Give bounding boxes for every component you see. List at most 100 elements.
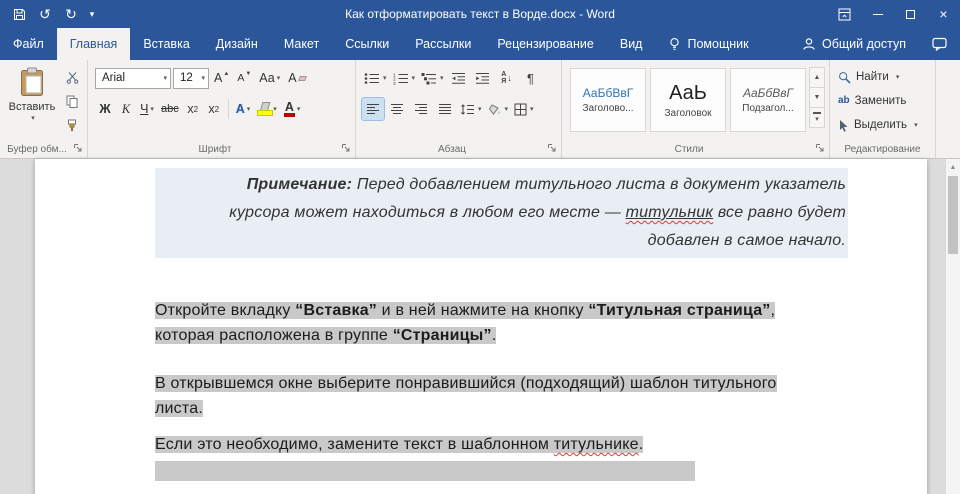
minimize-icon: [872, 13, 883, 15]
dialog-launcher-icon: [74, 144, 82, 152]
scrollbar-thumb[interactable]: [948, 176, 958, 254]
grow-font-button[interactable]: А ▲: [211, 67, 232, 89]
sort-button[interactable]: АЯ ↓: [496, 67, 518, 89]
shrink-font-button[interactable]: А ▼: [234, 67, 254, 89]
strikethrough-button[interactable]: abc: [158, 98, 182, 120]
show-paragraph-marks-button[interactable]: ¶: [520, 67, 542, 89]
tab-file[interactable]: Файл: [0, 28, 57, 60]
paste-button[interactable]: Вставить ▾: [7, 67, 57, 141]
undo-button[interactable]: ↺: [32, 0, 58, 28]
line-spacing-icon: [461, 103, 474, 115]
eraser-icon: [297, 75, 307, 81]
font-color-button[interactable]: А ▾: [281, 98, 304, 120]
chevron-down-icon: ▾: [504, 105, 509, 113]
tab-references[interactable]: Ссылки: [332, 28, 402, 60]
text-effects-button[interactable]: А ▾: [233, 98, 254, 120]
redo-button[interactable]: ↻: [58, 0, 84, 28]
style-card-subtitle[interactable]: АаБбВвГ Подзагол...: [730, 68, 806, 132]
align-right-button[interactable]: [410, 98, 432, 120]
paragraph-line: листа.: [155, 400, 203, 417]
tab-home[interactable]: Главная: [56, 28, 131, 60]
numbering-button[interactable]: 123 ▾: [391, 67, 418, 89]
document-page[interactable]: Примечание: Перед добавлением титульного…: [35, 159, 927, 494]
styles-scroll-up-button[interactable]: ▲: [809, 67, 825, 88]
multilevel-list-button[interactable]: ▾: [419, 67, 446, 89]
ribbon-display-options-button[interactable]: [828, 0, 861, 28]
person-icon: [803, 38, 815, 50]
chevron-down-icon: ▾: [440, 74, 444, 82]
svg-text:3: 3: [393, 81, 396, 85]
tab-insert[interactable]: Вставка: [130, 28, 202, 60]
tab-review[interactable]: Рецензирование: [484, 28, 607, 60]
style-card-heading1[interactable]: АаБбВвГ Заголово...: [570, 68, 646, 132]
styles-more-button[interactable]: ▾: [809, 107, 825, 128]
decrease-indent-button[interactable]: [448, 67, 470, 89]
separator: [227, 99, 229, 119]
tab-mailings[interactable]: Рассылки: [402, 28, 484, 60]
style-card-title[interactable]: АаЬ Заголовок: [650, 68, 726, 132]
chevron-down-icon: ▾: [478, 105, 482, 113]
font-size-combobox[interactable]: 12 ▾: [173, 67, 209, 89]
scroll-up-arrow[interactable]: ▲: [946, 159, 960, 175]
tab-design[interactable]: Дизайн: [203, 28, 271, 60]
find-button[interactable]: Найти ▾: [838, 67, 899, 87]
pilcrow-icon: ¶: [527, 70, 535, 86]
bold-button[interactable]: Ж: [95, 98, 115, 120]
tab-view[interactable]: Вид: [607, 28, 656, 60]
down-arrow-icon: ▼: [813, 94, 821, 101]
paragraph-group-label: Абзац: [437, 144, 467, 155]
underline-button[interactable]: Ч ▾: [137, 98, 157, 120]
chevron-down-icon: ▾: [163, 74, 167, 82]
line-spacing-button[interactable]: ▾: [458, 98, 484, 120]
subscript-button[interactable]: х2: [183, 98, 203, 120]
styles-dialog-launcher[interactable]: [815, 143, 826, 154]
replace-button[interactable]: ab Заменить: [838, 91, 906, 111]
comments-button[interactable]: [919, 28, 960, 60]
ribbon-tab-bar: Файл Главная Вставка Дизайн Макет Ссылки…: [0, 28, 960, 60]
italic-button[interactable]: К: [116, 98, 136, 120]
close-button[interactable]: ×: [927, 0, 960, 28]
highlight-color-button[interactable]: ▾: [254, 98, 280, 120]
ribbon-display-options-icon: [838, 8, 851, 20]
minimize-button[interactable]: [861, 0, 894, 28]
note-line: курсора может находиться в любом его мес…: [229, 204, 846, 221]
format-painter-button[interactable]: [62, 117, 82, 134]
customize-qat-button[interactable]: ▾: [84, 0, 100, 28]
chevron-down-icon: ▾: [530, 105, 534, 113]
copy-button[interactable]: [62, 93, 82, 110]
align-center-button[interactable]: [386, 98, 408, 120]
document-body: Откройте вкладку “Вставка” и в ней нажми…: [155, 298, 855, 481]
clear-formatting-button[interactable]: А: [285, 67, 308, 89]
copy-icon: [66, 95, 78, 108]
align-left-button[interactable]: [361, 97, 385, 121]
clipboard-group-label: Буфер обм...: [7, 144, 67, 155]
restore-button[interactable]: [894, 0, 927, 28]
borders-button[interactable]: ▾: [512, 98, 536, 120]
styles-scroll-down-button[interactable]: ▼: [809, 87, 825, 108]
cut-button[interactable]: [62, 69, 82, 86]
tab-layout[interactable]: Макет: [271, 28, 332, 60]
select-button[interactable]: Выделить ▾: [838, 115, 918, 135]
tab-assistant[interactable]: Помощник: [655, 28, 761, 60]
increase-indent-button[interactable]: [472, 67, 494, 89]
up-arrow-icon: ▲: [813, 74, 821, 81]
chevron-down-icon: ▾: [296, 105, 301, 113]
font-name-combobox[interactable]: Arial ▾: [95, 67, 171, 89]
font-dialog-launcher[interactable]: [341, 143, 352, 154]
numbered-list-icon: 123: [393, 72, 408, 85]
justify-icon: [439, 104, 451, 114]
vertical-scrollbar[interactable]: ▲: [945, 159, 960, 494]
justify-button[interactable]: [434, 98, 456, 120]
clipboard-dialog-launcher[interactable]: [73, 143, 84, 154]
share-button[interactable]: Общий доступ: [789, 28, 919, 60]
increase-indent-icon: [476, 72, 490, 84]
redo-icon: ↻: [65, 5, 77, 22]
change-case-button[interactable]: Аа ▾: [256, 67, 283, 89]
bullets-button[interactable]: ▾: [362, 67, 389, 89]
save-button[interactable]: [6, 0, 32, 28]
superscript-button[interactable]: х2: [204, 98, 224, 120]
paragraph-dialog-launcher[interactable]: [547, 143, 558, 154]
lightbulb-icon: [670, 38, 680, 50]
shading-button[interactable]: ▾: [486, 98, 511, 120]
